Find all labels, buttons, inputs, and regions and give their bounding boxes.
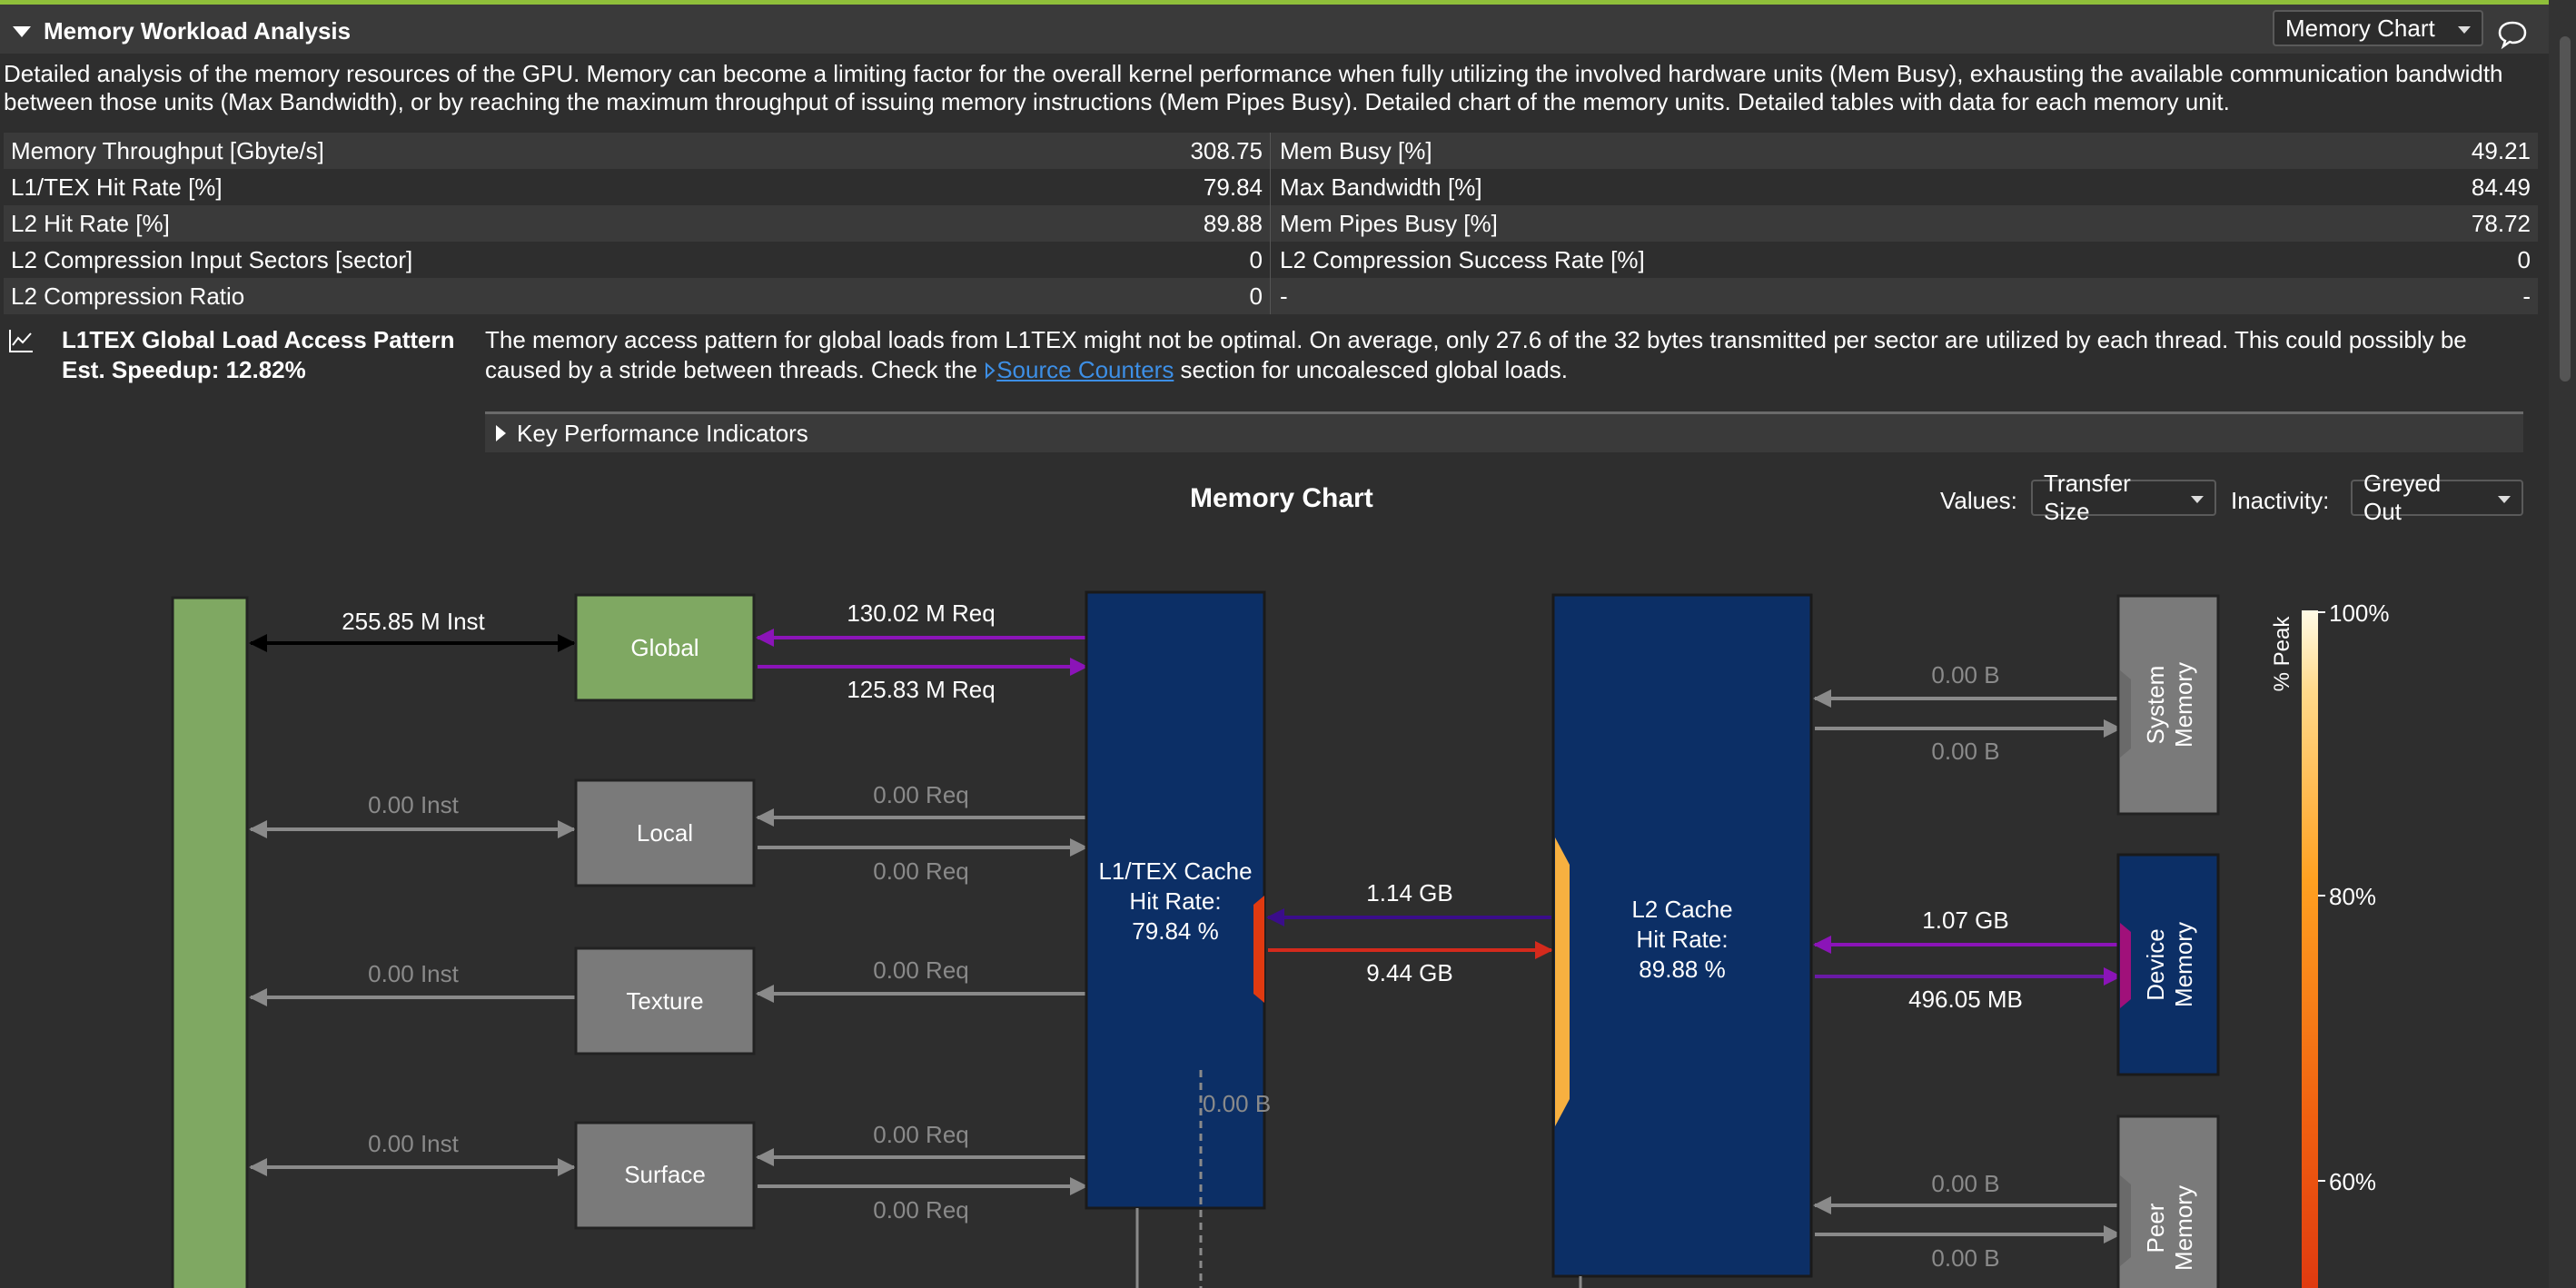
device-port (2120, 923, 2131, 1008)
global-label: Global (630, 634, 698, 661)
peak-tick-label: 60% (2329, 1168, 2376, 1195)
device-in-label: 1.07 GB (1922, 907, 2008, 934)
system-memory-label: SystemMemory (2142, 662, 2197, 748)
l1tex-cache-name: L1/TEX Cache (1098, 857, 1252, 885)
system-out-label: 0.00 B (1931, 738, 1999, 765)
peer-out-label: 0.00 B (1931, 1244, 1999, 1272)
surface-req-out-label: 0.00 Req (873, 1196, 969, 1224)
peak-tick-label: 80% (2329, 883, 2376, 910)
peak-legend-bar (2302, 610, 2318, 1288)
texture-req-label: 0.00 Req (873, 956, 969, 984)
peak-tick-label: 100% (2329, 599, 2390, 627)
l1tex-hit-value: 79.84 % (1132, 917, 1218, 945)
kernel-surface-label: 0.00 Inst (368, 1130, 460, 1157)
l2-hit-value: 89.88 % (1639, 956, 1725, 983)
l2-port (1555, 837, 1570, 1126)
scrollbar-thumb[interactable] (2560, 36, 2571, 381)
global-req-in-label: 130.02 M Req (847, 599, 995, 627)
system-port (2120, 670, 2131, 758)
l2-hit-label: Hit Rate: (1636, 926, 1728, 953)
kernel-local-label: 0.00 Inst (368, 791, 460, 818)
surface-label: Surface (624, 1161, 706, 1188)
memory-chart: 255.85 M Inst Global 130.02 M Req 125.83… (171, 590, 2390, 1288)
peer-in-label: 0.00 B (1931, 1170, 1999, 1197)
local-req-out-label: 0.00 Req (873, 857, 969, 885)
local-req-in-label: 0.00 Req (873, 781, 969, 808)
system-in-label: 0.00 B (1931, 661, 1999, 689)
kernel-global-label: 255.85 M Inst (342, 608, 485, 635)
l1tex-hit-label: Hit Rate: (1129, 887, 1221, 915)
l1tex-port (1253, 896, 1264, 1003)
local-label: Local (637, 819, 693, 847)
global-req-out-label: 125.83 M Req (847, 676, 995, 703)
surface-req-in-label: 0.00 Req (873, 1121, 969, 1148)
device-memory-label: DeviceMemory (2142, 922, 2197, 1007)
peer-memory-box[interactable] (2116, 1115, 2220, 1288)
device-out-label: 496.05 MB (1908, 986, 2023, 1013)
peak-legend-title: % Peak (2270, 616, 2294, 692)
peer-port (2120, 1175, 2131, 1266)
texture-label: Texture (626, 987, 703, 1015)
l1-l2-out-label: 9.44 GB (1366, 959, 1452, 986)
kernel-box[interactable] (171, 596, 249, 1288)
l2-cache-name: L2 Cache (1631, 896, 1732, 923)
l1-shared-label: 0.00 B (1203, 1090, 1271, 1117)
kernel-texture-label: 0.00 Inst (368, 960, 460, 987)
l1-l2-in-label: 1.14 GB (1366, 879, 1452, 907)
